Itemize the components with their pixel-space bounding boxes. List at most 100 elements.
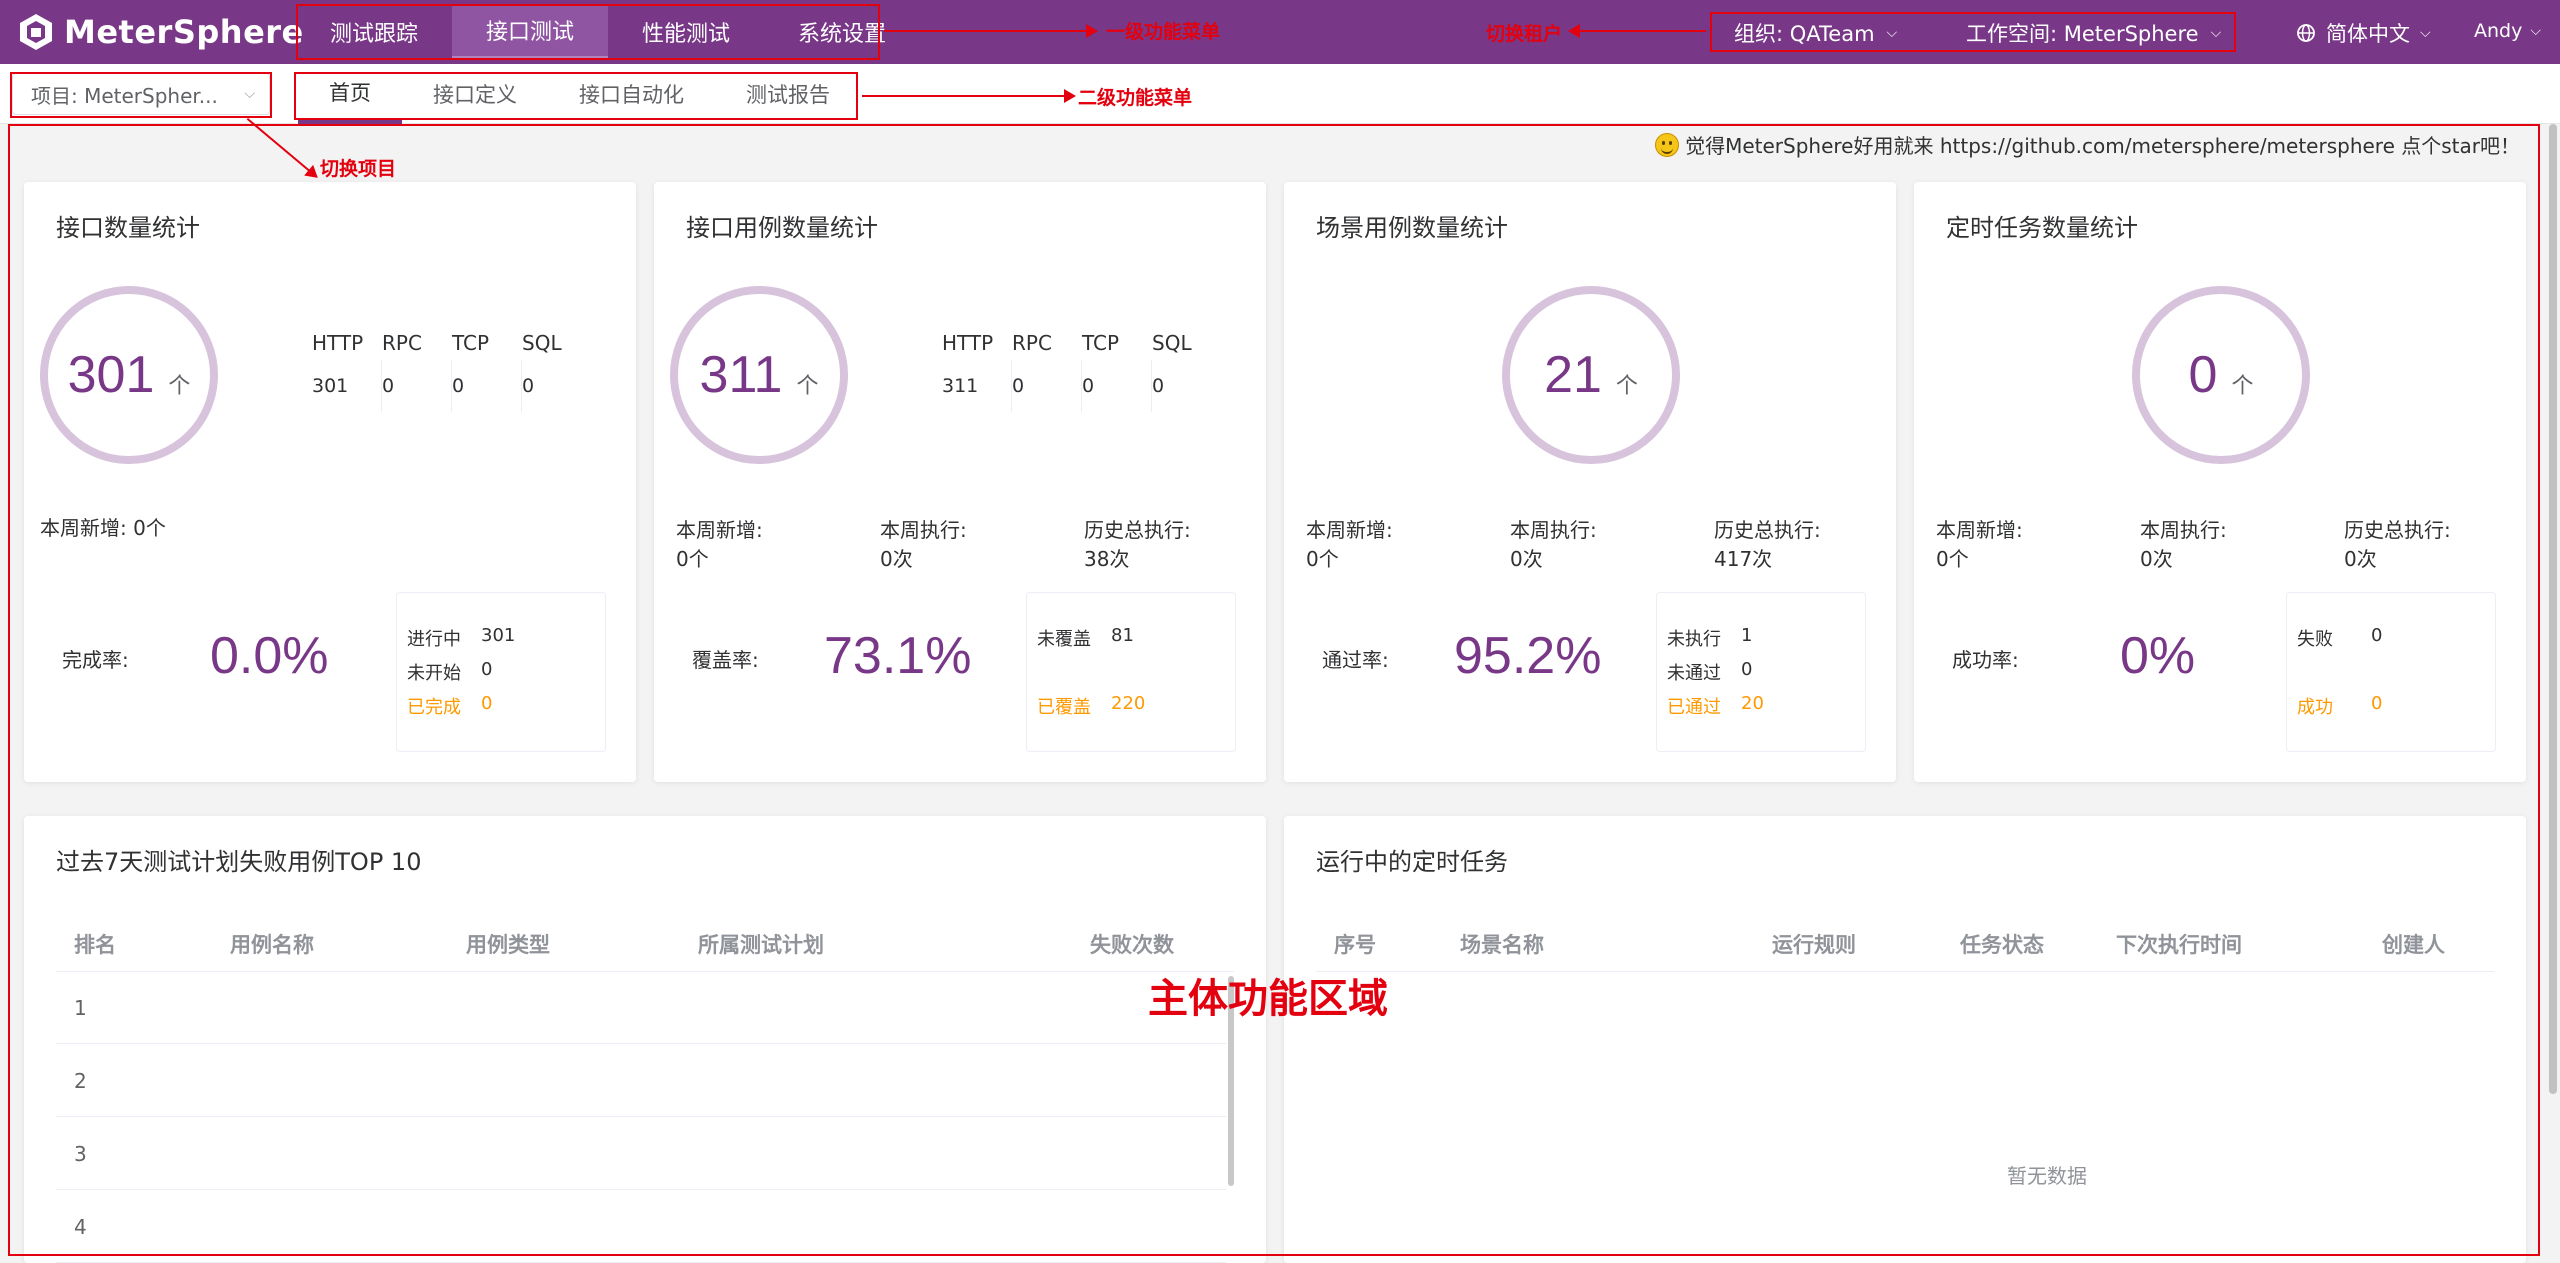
column-creator[interactable]: 创建人 <box>2382 916 2445 972</box>
detail-label: 进行中 <box>407 629 461 650</box>
count-ring: 311 个 <box>670 286 848 464</box>
detail-box: 失败 0 成功 0 <box>2286 592 2496 752</box>
stat-label: 历史总执行: <box>1714 518 1821 542</box>
column-next-run-time[interactable]: 下次执行时间 <box>2116 916 2242 972</box>
card-title: 定时任务数量统计 <box>1946 214 2138 242</box>
detail-label: 未覆盖 <box>1037 629 1091 650</box>
column-case-name[interactable]: 用例名称 <box>230 916 314 972</box>
detail-value: 0 <box>2371 693 2383 714</box>
detail-box: 未覆盖 81 已覆盖 220 <box>1026 592 1236 752</box>
stat-history-exec: 历史总执行: 417次 <box>1714 516 1918 574</box>
app-logo[interactable]: MeterSphere <box>16 10 304 54</box>
annotation-level1-menu: 一级功能菜单 <box>1106 21 1221 43</box>
column-failure-count[interactable]: 失败次数 <box>1090 916 1174 972</box>
rate-value: 73.1% <box>824 627 972 685</box>
rate-label: 覆盖率: <box>692 648 759 672</box>
github-star-note[interactable]: 觉得MeterSphere好用就来 https://github.com/met… <box>1655 130 2520 159</box>
github-star-text: 觉得MeterSphere好用就来 https://github.com/met… <box>1685 134 2520 158</box>
card-title: 场景用例数量统计 <box>1316 214 1508 242</box>
detail-row: 未通过 0 <box>1667 659 1752 685</box>
column-case-type[interactable]: 用例类型 <box>466 916 550 972</box>
protocol-header: SQL <box>1152 331 1192 355</box>
column-rank[interactable]: 排名 <box>74 916 116 972</box>
count-ring: 0 个 <box>2132 286 2310 464</box>
card-title: 运行中的定时任务 <box>1316 848 1508 876</box>
table-header: 排名 用例名称 用例类型 所属测试计划 失败次数 <box>56 916 1234 972</box>
running-schedule-card: 运行中的定时任务 序号 场景名称 运行规则 任务状态 下次执行时间 创建人 <box>1284 816 2526 1263</box>
rate-label: 成功率: <box>1952 648 2019 672</box>
count-number: 0 <box>2188 346 2218 404</box>
rate-label: 通过率: <box>1322 648 1389 672</box>
card-title: 接口数量统计 <box>56 214 200 242</box>
schedule-count-card: 定时任务数量统计 0 个 本周新增: 0个 本周执行: 0次 历史总执行: 0次 成功… <box>1914 182 2526 782</box>
column-run-rule[interactable]: 运行规则 <box>1772 916 1856 972</box>
language-switcher[interactable]: 简体中文 ⌵ <box>2296 18 2431 48</box>
project-select-value: 项目: MeterSpher... <box>31 83 218 108</box>
detail-value: 1 <box>1741 625 1753 646</box>
column-test-plan[interactable]: 所属测试计划 <box>698 916 824 972</box>
table-row[interactable]: 2 <box>56 1045 1226 1117</box>
user-menu[interactable]: Andy ⌵ <box>2474 20 2541 42</box>
scenario-count-card: 场景用例数量统计 21 个 本周新增: 0个 本周执行: 0次 历史总执行: 417次… <box>1284 182 1896 782</box>
protocol-value: 301 <box>312 360 382 412</box>
protocol-header: HTTP <box>942 331 994 355</box>
detail-label: 失败 <box>2297 629 2333 650</box>
week-new: 本周新增: 0个 <box>40 516 166 540</box>
main-menu-test-tracking[interactable]: 测试跟踪 <box>296 4 452 60</box>
smiley-icon <box>1655 132 1680 157</box>
workspace-switcher[interactable]: 工作空间: MeterSphere ⌵ <box>1966 18 2221 48</box>
chevron-down-icon: ⌵ <box>244 86 255 102</box>
card-title: 接口用例数量统计 <box>686 214 878 242</box>
stat-label: 本周执行: <box>880 518 967 542</box>
sub-menu-home[interactable]: 首页 <box>298 64 402 124</box>
protocol-header: RPC <box>1012 331 1052 355</box>
rate-label: 完成率: <box>62 648 129 672</box>
detail-row: 已覆盖 220 <box>1037 693 1145 719</box>
column-index[interactable]: 序号 <box>1334 916 1376 972</box>
detail-row: 未开始 0 <box>407 659 492 685</box>
annotation-arrow <box>884 24 1098 38</box>
organization-switcher[interactable]: 组织: QATeam ⌵ <box>1734 18 1897 48</box>
detail-box: 进行中 301 未开始 0 已完成 0 <box>396 592 606 752</box>
card-title: 过去7天测试计划失败用例TOP 10 <box>56 848 422 876</box>
sub-menu: 首页 接口定义 接口自动化 测试报告 <box>298 64 861 124</box>
main-menu-performance-testing[interactable]: 性能测试 <box>608 4 764 60</box>
detail-row: 未覆盖 81 <box>1037 625 1134 651</box>
main-menu-system-settings[interactable]: 系统设置 <box>764 4 920 60</box>
table-row[interactable]: 4 <box>56 1191 1226 1263</box>
detail-label: 未执行 <box>1667 629 1721 650</box>
sub-menu-test-report[interactable]: 测试报告 <box>715 64 861 124</box>
column-scenario-name[interactable]: 场景名称 <box>1460 916 1544 972</box>
stat-label: 本周新增: <box>676 518 763 542</box>
protocol-header: TCP <box>1082 331 1120 355</box>
detail-row: 已通过 20 <box>1667 693 1764 719</box>
page-scrollbar[interactable] <box>2549 124 2557 1094</box>
project-select[interactable]: 项目: MeterSpher... ⌵ <box>12 73 270 115</box>
count-unit: 个 <box>2231 374 2254 399</box>
main-content: 觉得MeterSphere好用就来 https://github.com/met… <box>0 124 2560 1263</box>
main-menu-api-testing[interactable]: 接口测试 <box>452 4 609 60</box>
detail-value: 0 <box>481 659 493 680</box>
protocol-value: 0 <box>382 360 452 412</box>
app-name: MeterSphere <box>64 13 304 51</box>
stats-row: 本周新增: 0个 本周执行: 0次 历史总执行: 38次 <box>676 516 1288 574</box>
count-ring: 21 个 <box>1502 286 1680 464</box>
stat-label: 历史总执行: <box>1084 518 1191 542</box>
failure-top10-card: 过去7天测试计划失败用例TOP 10 排名 用例名称 用例类型 所属测试计划 失… <box>24 816 1266 1263</box>
detail-value: 81 <box>1111 625 1134 646</box>
detail-label: 已完成 <box>407 697 461 718</box>
stat-history-exec: 历史总执行: 38次 <box>1084 516 1288 574</box>
sub-menu-api-definition[interactable]: 接口定义 <box>402 64 548 124</box>
stat-label: 本周执行: <box>1510 518 1597 542</box>
globe-icon <box>2297 24 2315 42</box>
stat-history-exec: 历史总执行: 0次 <box>2344 516 2548 574</box>
rank-cell: 4 <box>74 1215 87 1239</box>
sub-menu-api-automation[interactable]: 接口自动化 <box>548 64 715 124</box>
protocol-value: 0 <box>522 375 535 397</box>
detail-value: 0 <box>2371 625 2383 646</box>
protocol-header: SQL <box>522 331 562 355</box>
table-row[interactable]: 1 <box>56 972 1226 1044</box>
column-task-status[interactable]: 任务状态 <box>1960 916 2044 972</box>
table-row[interactable]: 3 <box>56 1118 1226 1190</box>
language-label: 简体中文 <box>2326 22 2410 46</box>
